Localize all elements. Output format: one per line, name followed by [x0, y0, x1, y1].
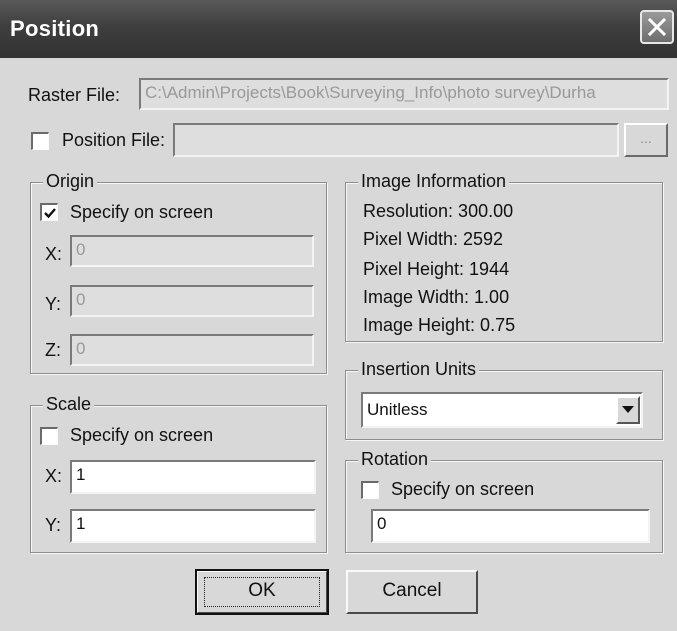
close-button[interactable]	[640, 10, 674, 44]
scale-x-field[interactable]: 1	[70, 460, 316, 494]
title-bar: Position	[0, 0, 677, 58]
origin-specify-label: Specify on screen	[70, 202, 214, 222]
insertion-units-select[interactable]: Unitless	[361, 392, 643, 428]
scale-specify-label: Specify on screen	[70, 425, 214, 445]
browse-button[interactable]: ...	[624, 123, 668, 157]
cancel-button-label: Cancel	[382, 580, 442, 601]
scale-specify-checkbox[interactable]	[40, 427, 58, 445]
image-information-title: Image Information	[358, 171, 510, 192]
resolution-text: Resolution: 300.00	[363, 201, 514, 221]
chevron-down-icon	[622, 406, 634, 413]
rotation-specify-checkbox[interactable]	[361, 481, 379, 499]
origin-x-field[interactable]: 0	[70, 235, 314, 267]
checkmark-icon	[43, 207, 56, 218]
origin-x-label: X:	[45, 244, 63, 264]
position-file-field[interactable]	[173, 123, 619, 157]
cancel-button[interactable]: Cancel	[346, 570, 478, 614]
image-width-text: Image Width: 1.00	[363, 287, 510, 307]
insertion-units-title: Insertion Units	[358, 359, 480, 380]
raster-file-field[interactable]: C:\Admin\Projects\Book\Surveying_Info\ph…	[139, 78, 669, 110]
close-icon	[647, 17, 667, 37]
focus-ring	[204, 577, 320, 607]
origin-title: Origin	[43, 171, 98, 192]
pixel-height-text: Pixel Height: 1944	[363, 259, 510, 279]
scale-y-label: Y:	[45, 515, 62, 535]
raster-file-label: Raster File:	[28, 85, 121, 105]
rotation-title: Rotation	[358, 449, 432, 470]
scale-title: Scale	[43, 394, 95, 415]
origin-z-label: Z:	[45, 340, 61, 360]
origin-z-field[interactable]: 0	[70, 334, 314, 366]
image-height-text: Image Height: 0.75	[363, 315, 516, 335]
origin-y-field[interactable]: 0	[70, 285, 314, 317]
rotation-specify-label: Specify on screen	[391, 479, 535, 499]
rotation-field[interactable]: 0	[371, 509, 650, 543]
position-file-label: Position File:	[62, 130, 166, 150]
window-title: Position	[10, 16, 100, 41]
origin-specify-checkbox[interactable]	[40, 203, 58, 221]
ok-button[interactable]: OK	[195, 569, 329, 615]
origin-y-label: Y:	[45, 294, 62, 314]
position-file-checkbox[interactable]	[31, 132, 49, 150]
scale-y-field[interactable]: 1	[70, 509, 316, 543]
scale-x-label: X:	[45, 466, 63, 486]
pixel-width-text: Pixel Width: 2592	[363, 229, 504, 249]
insertion-units-dropdown-button[interactable]	[616, 396, 640, 424]
